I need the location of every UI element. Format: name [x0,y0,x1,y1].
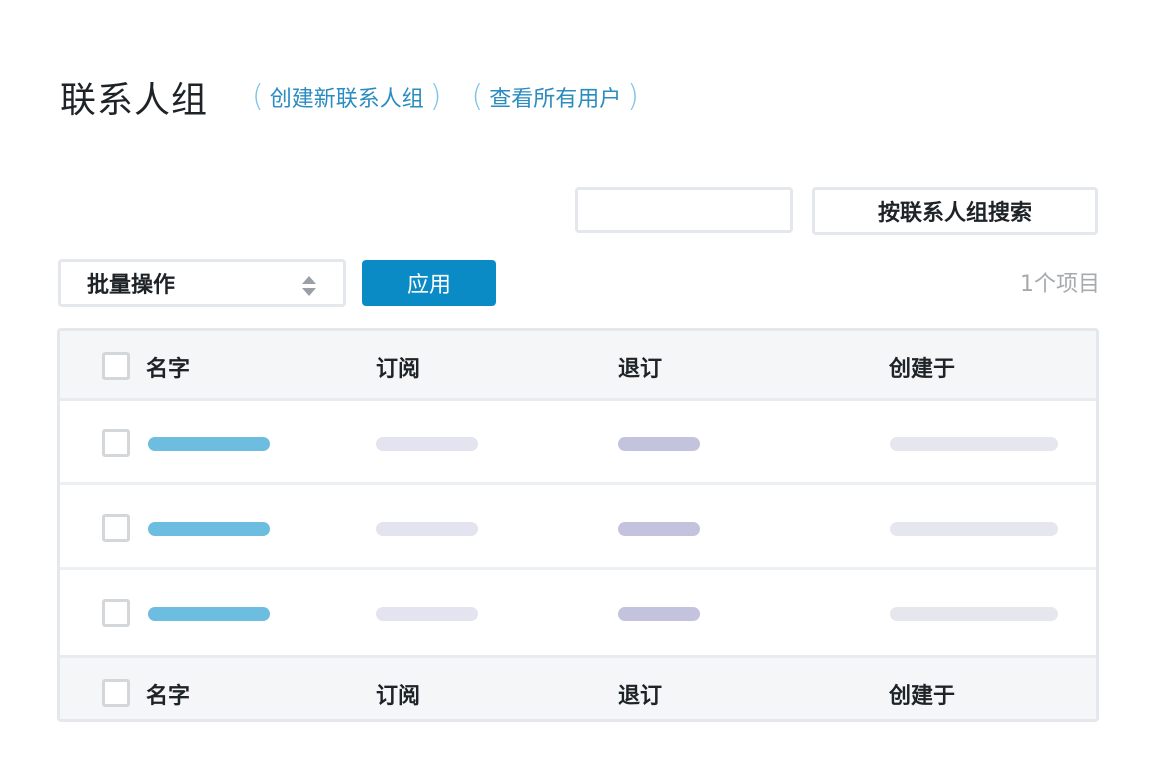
paren-open: ( [252,79,264,114]
select-all-checkbox[interactable] [102,352,130,380]
subscribed-placeholder [376,607,478,621]
table-footer-row: 名字 订阅 退订 创建于 [60,655,1096,719]
created-placeholder [890,607,1058,621]
table-row [60,571,1096,655]
column-footer-subscribed[interactable]: 订阅 [376,678,420,710]
item-count: 1个项目 [1020,272,1100,297]
paren-close: ) [627,79,639,114]
created-placeholder [890,437,1058,451]
contact-groups-table: 名字 订阅 退订 创建于 名字 订阅 退订 创建于 [57,328,1099,722]
column-header-created[interactable]: 创建于 [889,351,955,383]
unsubscribed-placeholder [618,607,700,621]
name-placeholder[interactable] [148,437,270,451]
subscribed-placeholder [376,522,478,536]
page-header: 联系人组 ( 创建新联系人组 ) ( 查看所有用户 ) [60,70,669,124]
name-placeholder[interactable] [148,522,270,536]
search-input[interactable] [575,187,793,233]
create-contact-group-label: 创建新联系人组 [269,87,424,112]
column-footer-name[interactable]: 名字 [146,678,190,710]
page-title: 联系人组 [60,80,209,121]
unsubscribed-placeholder [618,522,700,536]
apply-button[interactable]: 应用 [362,260,496,306]
create-contact-group-link[interactable]: ( 创建新联系人组 ) [252,81,441,113]
view-all-users-link[interactable]: ( 查看所有用户 ) [471,81,638,113]
name-placeholder[interactable] [148,607,270,621]
column-footer-unsubscribed[interactable]: 退订 [618,678,662,710]
select-arrows-icon [302,276,316,296]
bulk-actions-selected-value: 批量操作 [87,273,176,298]
table-row [60,486,1096,570]
column-header-name[interactable]: 名字 [146,351,190,383]
column-footer-created[interactable]: 创建于 [889,678,955,710]
created-placeholder [890,522,1058,536]
search-contact-groups-button[interactable]: 按联系人组搜索 [812,187,1098,235]
row-checkbox[interactable] [102,599,130,627]
column-header-unsubscribed[interactable]: 退订 [618,351,662,383]
table-row [60,401,1096,485]
paren-open: ( [471,79,484,114]
table-header-row: 名字 订阅 退订 创建于 [60,331,1096,401]
row-checkbox[interactable] [102,429,130,457]
view-all-users-label: 查看所有用户 [489,87,622,112]
bulk-actions-select[interactable]: 批量操作 [58,259,346,307]
paren-close: ) [429,79,442,114]
subscribed-placeholder [376,437,478,451]
unsubscribed-placeholder [618,437,700,451]
column-header-subscribed[interactable]: 订阅 [376,351,420,383]
select-all-checkbox-footer[interactable] [102,679,130,707]
row-checkbox[interactable] [102,514,130,542]
